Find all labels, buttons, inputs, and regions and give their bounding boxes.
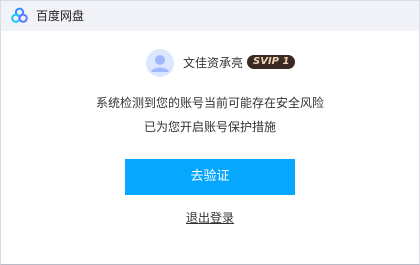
verify-button[interactable]: 去验证 bbox=[125, 159, 295, 195]
logout-link-row: 退出登录 bbox=[1, 210, 419, 226]
user-info: 文佳资承亮 SVIP 1 bbox=[1, 49, 419, 79]
baidu-netdisk-logo-icon bbox=[11, 7, 28, 23]
vip-badge: SVIP 1 bbox=[247, 55, 296, 69]
username: 文佳资承亮 bbox=[183, 56, 244, 70]
security-warning-text: 系统检测到您的账号当前可能存在安全风险 bbox=[95, 96, 324, 110]
logout-link[interactable]: 退出登录 bbox=[186, 211, 234, 225]
avatar bbox=[146, 49, 174, 77]
title-bar[interactable]: 百度网盘 bbox=[1, 1, 419, 31]
security-warning-window: 百度网盘 文佳资承亮 SVIP 1 系统检测到您的账号当前可能存在安全风险 已为… bbox=[0, 0, 420, 265]
app-title: 百度网盘 bbox=[36, 9, 85, 23]
protection-status-text: 已为您开启账号保护措施 bbox=[143, 120, 276, 134]
